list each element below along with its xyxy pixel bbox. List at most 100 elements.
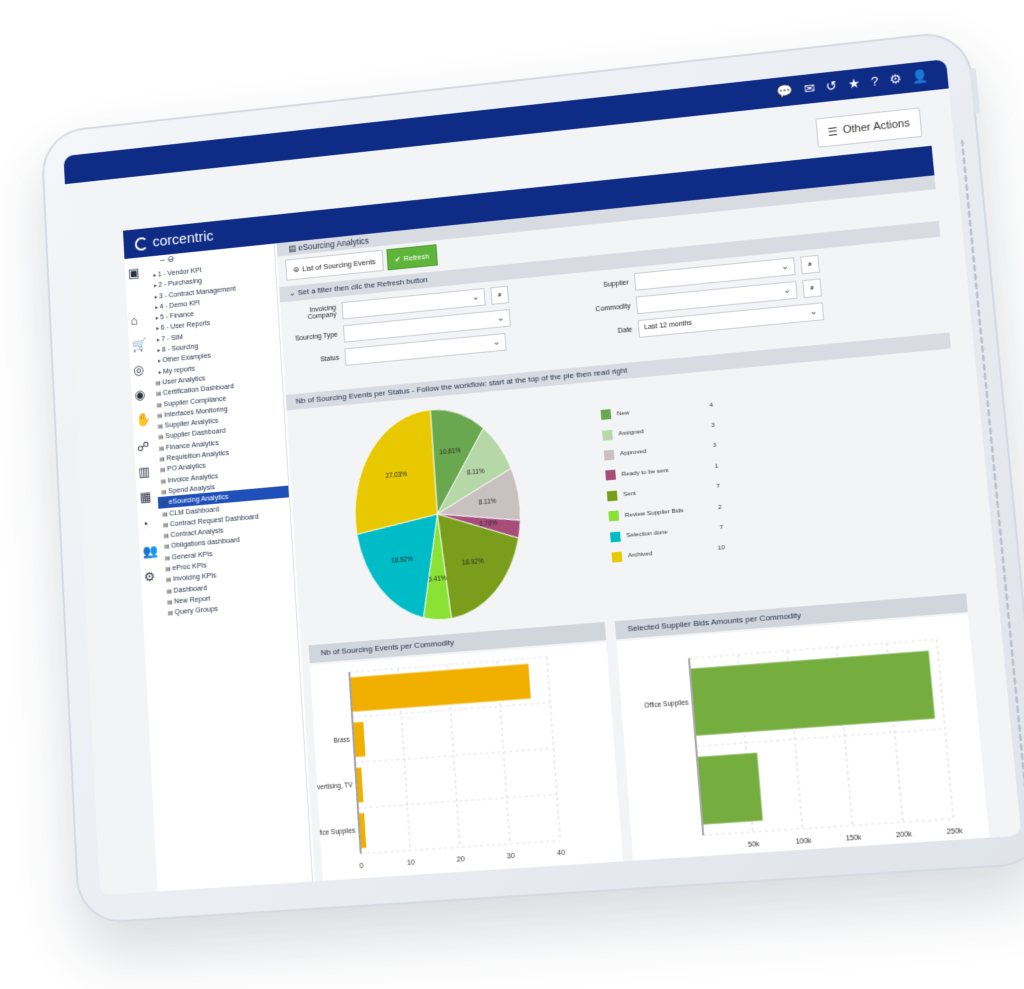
- category-label: Office Supplies: [312, 828, 355, 838]
- top-bar-icons: 💬 ✉ ↺ ★? ⚙ 👤: [776, 68, 930, 100]
- legend-label: Selection done: [626, 528, 668, 540]
- gauge-icon[interactable]: ◔: [141, 517, 149, 532]
- coins-icon[interactable]: ◎: [133, 362, 144, 378]
- bar[interactable]: [697, 752, 763, 825]
- list-button-label: List of Sourcing Events: [301, 256, 376, 273]
- history-icon[interactable]: ↺: [825, 78, 837, 95]
- commodity-bar-chart: 0 10 20 30 40 Brass Advertising, TV Office Supp…: [309, 642, 566, 871]
- hand-coins-icon[interactable]: ☍: [137, 439, 150, 456]
- x-tick-label: 10: [407, 859, 415, 867]
- bids-chart-panel: 50k 100k 150k 200k 250k Office Supplies: [616, 614, 990, 861]
- gear-icon[interactable]: ⚙: [889, 71, 902, 88]
- legend-count: 3: [711, 421, 716, 430]
- help-icon[interactable]: ?: [870, 74, 879, 90]
- gridline: [361, 841, 561, 854]
- gridline: [355, 748, 554, 762]
- sourcing-type-label: Sourcing Type: [294, 331, 338, 343]
- commodity-label: Commodity: [595, 302, 631, 313]
- category-label: Advertising, TV: [310, 782, 354, 792]
- gears-icon[interactable]: ⚙: [144, 569, 156, 586]
- commodity-section-title: Nb of Sourcing Events per Commodity: [320, 637, 455, 658]
- category-label: Office Supplies: [644, 699, 689, 710]
- logo-mark-icon: [134, 236, 149, 251]
- commodity-search-icon[interactable]: ⌕: [802, 278, 823, 299]
- main-content: ▤ eSourcing Analytics ⊜ List of Sourcing…: [276, 175, 998, 882]
- list-of-sourcing-events-button[interactable]: ⊜ List of Sourcing Events: [285, 249, 384, 281]
- chart-search-icon[interactable]: ◉: [134, 387, 145, 403]
- star-icon[interactable]: ★: [847, 76, 860, 93]
- dashboard-icon[interactable]: ▦: [139, 489, 151, 506]
- invoicing-company-search-icon[interactable]: ⌕: [490, 285, 510, 305]
- x-tick-label: 50k: [748, 841, 761, 849]
- bar[interactable]: [690, 650, 935, 736]
- invoicing-company-label: Invoicing Company: [307, 304, 337, 321]
- check-icon: ✔: [394, 254, 402, 264]
- home-icon[interactable]: ⌂: [130, 313, 138, 328]
- cart-icon[interactable]: 🛒: [131, 337, 147, 354]
- tree-items: 1 - Vendor KPI2 - Purchasing3 - Contract…: [146, 257, 296, 619]
- supplier-label: Supplier: [602, 279, 629, 289]
- legend-swatch: [609, 531, 621, 542]
- x-tick-label: 40: [557, 849, 566, 857]
- legend-swatch: [608, 510, 620, 522]
- pie-legend: New 4 Assigned 3 Approved 3 Ready to be sent 1 S…: [600, 395, 726, 568]
- gridline: [547, 657, 560, 841]
- bar-chart-icon[interactable]: ▥: [138, 464, 150, 481]
- legend-label: Review Supplier Bids: [624, 506, 684, 519]
- x-tick-label: 20: [457, 856, 466, 864]
- x-tick-label: 30: [507, 853, 516, 861]
- legend-label: Assigned: [618, 428, 645, 438]
- commodity-chart-panel: 0 10 20 30 40 Brass Advertising, TV Office Supp…: [309, 642, 624, 881]
- legend-label: Approved: [619, 448, 647, 458]
- date-label: Date: [617, 326, 633, 335]
- status-label: Status: [319, 354, 340, 363]
- legend-count: 1: [714, 462, 719, 470]
- legend-label: New: [616, 409, 630, 418]
- tablet-screen: 💬 ✉ ↺ ★? ⚙ 👤 ☰ Other Actions corcentric ▣ ⌂ 🛒 ◎ ◉…: [63, 59, 1022, 896]
- category-label: Brass: [333, 737, 350, 745]
- legend-count: 3: [712, 442, 717, 450]
- user-icon[interactable]: 👤: [912, 68, 930, 85]
- tablet-frame: 💬 ✉ ↺ ★? ⚙ 👤 ☰ Other Actions corcentric ▣ ⌂ 🛒 ◎ ◉…: [40, 29, 1024, 925]
- legend-swatch: [606, 490, 618, 502]
- legend-swatch: [605, 469, 617, 481]
- bar[interactable]: [350, 663, 531, 712]
- refresh-button[interactable]: ✔ Refresh: [386, 244, 438, 271]
- x-tick-label: 100k: [795, 837, 812, 846]
- mail-icon[interactable]: ✉: [803, 80, 815, 97]
- legend-label: Sent: [622, 490, 637, 499]
- chat-icon[interactable]: 💬: [776, 83, 794, 100]
- brand-name: corcentric: [152, 227, 214, 251]
- other-actions-label: Other Actions: [842, 117, 911, 137]
- sidebar-toggle-icon[interactable]: ▣: [128, 265, 140, 281]
- legend-label: Archived: [627, 550, 653, 560]
- handshake-icon[interactable]: ✋: [135, 412, 151, 429]
- bids-bar-chart: 50k 100k 150k 200k 250k Office Supplies: [644, 614, 964, 849]
- pie-slice-label: 5.41%: [428, 575, 447, 584]
- bar[interactable]: [353, 721, 366, 757]
- legend-count: 7: [719, 523, 724, 532]
- legend-count: 10: [717, 544, 726, 553]
- status-pie-chart: 10.81%8.11%8.11%2.70%18.92%5.41%18.92%27…: [323, 391, 554, 637]
- users-icon[interactable]: 👥: [142, 543, 158, 560]
- refresh-button-label: Refresh: [403, 251, 430, 263]
- menu-icon: ☰: [827, 125, 839, 139]
- legend-count: 2: [717, 503, 722, 511]
- supplier-search-icon[interactable]: ⌕: [800, 254, 820, 275]
- x-tick-label: 200k: [896, 831, 913, 840]
- legend-swatch: [611, 551, 623, 563]
- x-tick-label: 0: [359, 863, 364, 871]
- legend-label: Ready to be sent: [621, 466, 669, 478]
- legend-count: 4: [709, 401, 714, 409]
- x-tick-label: 150k: [845, 834, 862, 843]
- pie-slice-label: 8.11%: [478, 497, 497, 506]
- legend-swatch: [602, 429, 613, 441]
- tablet-side-button: [969, 67, 981, 114]
- other-actions-button[interactable]: ☰ Other Actions: [815, 107, 923, 148]
- list-icon: ⊜: [293, 264, 300, 274]
- x-tick-label: 250k: [946, 828, 963, 837]
- legend-swatch: [600, 409, 612, 421]
- corcentric-logo: corcentric: [134, 227, 214, 252]
- app-window: corcentric ▣⌂🛒◎◉✋☍▥▦◔👥⚙ – ⊖ 1 - Vendor K…: [123, 145, 998, 892]
- legend-count: 7: [716, 482, 721, 491]
